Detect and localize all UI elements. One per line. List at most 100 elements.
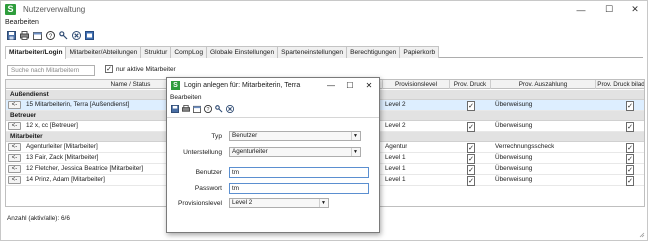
toolbar: ? xyxy=(6,30,94,40)
tab-sparteneinstellungen[interactable]: Sparteneinstellungen xyxy=(277,46,348,58)
provisionslevel-cell: Level 1 xyxy=(385,165,406,172)
employee-name-cell: 12 x, cc [Betreuer] xyxy=(26,122,78,129)
provisionslevel-cell: Level 2 xyxy=(385,101,406,108)
dialog-title-bar: S Login anlegen für: Mitarbeiterin, Terr… xyxy=(167,78,379,93)
key-icon[interactable] xyxy=(58,30,68,40)
field-provisionslevel: Provisionslevel Level 2 ▼ xyxy=(167,198,379,209)
employee-name-cell: 12 Fletcher, Jessica Beatrice [Mitarbeit… xyxy=(26,165,144,172)
dialog-close-button[interactable]: ✕ xyxy=(360,78,378,93)
login-arrow-button[interactable]: <- xyxy=(8,143,21,151)
dialog-menu-bearbeiten[interactable]: Bearbeiten xyxy=(170,94,201,101)
unterstellung-label: Unterstellung xyxy=(183,149,222,156)
provisionslevel-cell: Level 1 xyxy=(385,154,406,161)
tab-papierkorb[interactable]: Papierkorb xyxy=(399,46,440,58)
maximize-button[interactable]: ☐ xyxy=(597,1,621,18)
unterstellung-select[interactable]: Agenturleiter ▼ xyxy=(229,147,361,157)
tab-bar: Mitarbeiter/Login Mitarbeiter/Abteilunge… xyxy=(5,46,643,59)
cancel-icon[interactable] xyxy=(225,104,234,113)
login-arrow-button[interactable]: <- xyxy=(8,154,21,162)
dialog-logo-icon: S xyxy=(171,81,180,90)
column-prov-auszahlung[interactable]: Prov. Auszahlung xyxy=(491,80,596,89)
print-icon[interactable] xyxy=(181,104,190,113)
dialog-toolbar: ? xyxy=(170,104,234,113)
login-arrow-button[interactable]: <- xyxy=(8,101,21,109)
dialog-maximize-button[interactable]: ☐ xyxy=(341,78,359,93)
benutzer-label: Benutzer xyxy=(195,169,222,176)
chevron-down-icon[interactable]: ▼ xyxy=(351,132,359,140)
calendar-icon[interactable] xyxy=(32,30,42,40)
help-icon[interactable]: ? xyxy=(203,104,212,113)
prov-auszahlung-cell: Überweisung xyxy=(495,101,533,108)
dialog-minimize-button[interactable]: — xyxy=(322,78,340,93)
prov-auszahlung-cell: Verrechnungsscheck xyxy=(495,143,555,150)
search-input[interactable]: Suche nach Mitarbeitern xyxy=(7,65,95,76)
prov-auszahlung-cell: Überweisung xyxy=(495,165,533,172)
close-button[interactable]: ✕ xyxy=(623,1,647,18)
typ-select[interactable]: Benutzer ▼ xyxy=(229,131,361,141)
login-arrow-button[interactable]: <- xyxy=(8,176,21,184)
chevron-down-icon[interactable]: ▼ xyxy=(319,199,327,207)
tab-struktur[interactable]: Struktur xyxy=(140,46,172,58)
employee-name-cell: Agenturleiter [Mitarbeiter] xyxy=(26,143,98,150)
login-arrow-button[interactable]: <- xyxy=(8,122,21,130)
provisionslevel-select[interactable]: Level 2 ▼ xyxy=(229,198,329,208)
export-icon[interactable] xyxy=(84,30,94,40)
tab-complog[interactable]: CompLog xyxy=(170,46,207,58)
tab-mitarbeiter-login[interactable]: Mitarbeiter/Login xyxy=(5,46,67,59)
field-passwort: Passwort tm xyxy=(167,183,379,194)
prov-auszahlung-cell: Überweisung xyxy=(495,154,533,161)
save-icon[interactable] xyxy=(170,104,179,113)
unterstellung-value: Agenturleiter xyxy=(232,148,268,155)
prov-druck-bilad-checkbox[interactable]: ✓ xyxy=(626,154,634,164)
group-label: Mitarbeiter xyxy=(10,133,43,140)
active-filter-label: nur aktive Mitarbeiter xyxy=(116,65,176,73)
passwort-label: Passwort xyxy=(194,185,222,192)
prov-druck-bilad-checkbox[interactable]: ✓ xyxy=(626,143,634,153)
status-count: Anzahl (aktiv/alle): 6/6 xyxy=(7,215,70,222)
employee-name-cell: 14 Prinz, Adam [Mitarbeiter] xyxy=(26,176,105,183)
active-filter[interactable]: ✓ nur aktive Mitarbeiter xyxy=(105,65,176,73)
column-prov-druck[interactable]: Prov. Druck xyxy=(450,80,491,89)
resize-grip-icon[interactable] xyxy=(639,232,645,238)
menu-bearbeiten[interactable]: Bearbeiten xyxy=(5,19,39,26)
prov-druck-bilad-checkbox[interactable]: ✓ xyxy=(626,165,634,175)
tab-mitarbeiter-abteilungen[interactable]: Mitarbeiter/Abteilungen xyxy=(65,46,142,58)
group-label: Außendienst xyxy=(10,91,49,98)
prov-druck-bilad-checkbox[interactable]: ✓ xyxy=(626,122,634,132)
minimize-button[interactable]: — xyxy=(569,1,593,18)
prov-druck-bilad-checkbox[interactable]: ✓ xyxy=(626,101,634,111)
prov-druck-bilad-checkbox[interactable]: ✓ xyxy=(626,176,634,186)
provisionslevel-value: Level 2 xyxy=(232,199,253,206)
prov-druck-checkbox[interactable]: ✓ xyxy=(467,122,475,132)
tab-globale-einstellungen[interactable]: Globale Einstellungen xyxy=(205,46,279,58)
provisionslevel-cell: Level 2 xyxy=(385,122,406,129)
save-icon[interactable] xyxy=(6,30,16,40)
benutzer-input[interactable]: tm xyxy=(229,167,369,178)
active-filter-checkbox[interactable]: ✓ xyxy=(105,65,113,73)
column-provisionslevel[interactable]: Provisionslevel xyxy=(382,80,450,89)
dialog-separator xyxy=(167,117,379,118)
cancel-icon[interactable] xyxy=(71,30,81,40)
group-label: Betreuer xyxy=(10,112,37,119)
provisionslevel-label: Provisionslevel xyxy=(178,200,222,207)
prov-druck-checkbox[interactable]: ✓ xyxy=(467,143,475,153)
prov-auszahlung-cell: Überweisung xyxy=(495,176,533,183)
prov-druck-checkbox[interactable]: ✓ xyxy=(467,176,475,186)
app-logo-icon: S xyxy=(5,4,16,15)
tab-berechtigungen[interactable]: Berechtigungen xyxy=(346,46,401,58)
prov-druck-checkbox[interactable]: ✓ xyxy=(467,165,475,175)
key-icon[interactable] xyxy=(214,104,223,113)
prov-druck-checkbox[interactable]: ✓ xyxy=(467,101,475,111)
calendar-icon[interactable] xyxy=(192,104,201,113)
provisionslevel-cell: Agentur xyxy=(385,143,408,150)
chevron-down-icon[interactable]: ▼ xyxy=(351,148,359,156)
print-icon[interactable] xyxy=(19,30,29,40)
passwort-input[interactable]: tm xyxy=(229,183,369,194)
prov-druck-checkbox[interactable]: ✓ xyxy=(467,154,475,164)
column-prov-druck-bilad[interactable]: Prov. Druck bilad xyxy=(596,80,644,89)
typ-value: Benutzer xyxy=(232,132,258,139)
title-bar: S Nutzerverwaltung — ☐ ✕ xyxy=(1,1,647,18)
help-icon[interactable]: ? xyxy=(45,30,55,40)
login-arrow-button[interactable]: <- xyxy=(8,165,21,173)
prov-auszahlung-cell: Überweisung xyxy=(495,122,533,129)
